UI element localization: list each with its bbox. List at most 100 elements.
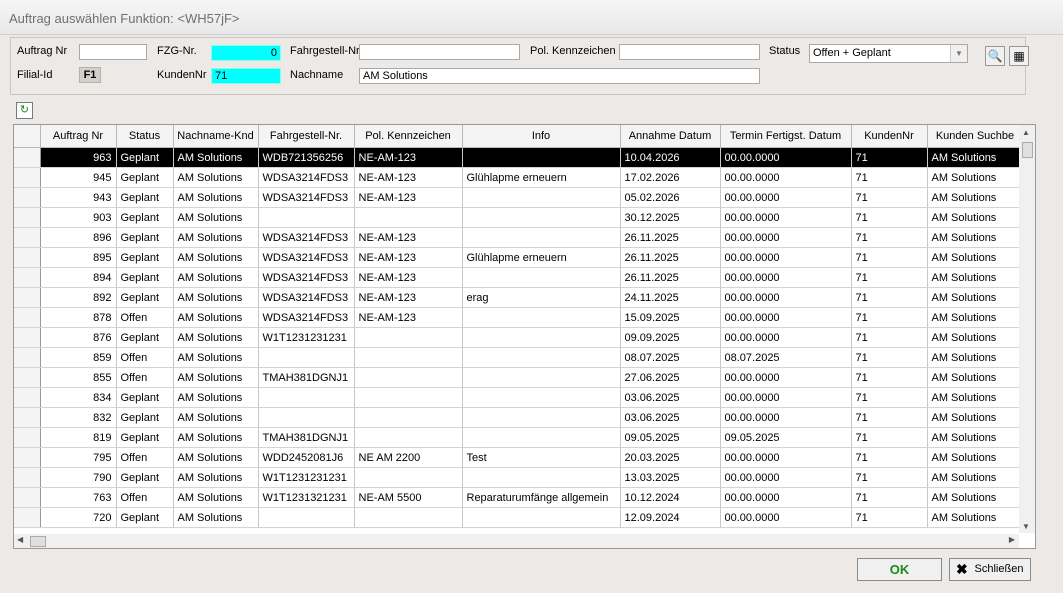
table-cell: NE AM 2200 — [354, 447, 463, 468]
table-row[interactable]: 859 Offen AM Solutions 08.07.2025 08.07.2025… — [14, 347, 1024, 368]
table-cell — [354, 407, 463, 428]
table-cell: WDSA3214FDS3 — [258, 287, 355, 308]
row-indicator[interactable] — [14, 347, 41, 368]
table-row[interactable]: 878 Offen AM Solutions WDSA3214FDS3 NE-AM-12… — [14, 307, 1024, 328]
status-select[interactable]: Offen + Geplant ▼ — [809, 44, 968, 63]
search-button[interactable]: 🔍 — [985, 46, 1005, 66]
column-header[interactable]: Nachname-Knd — [173, 125, 259, 148]
table-cell: Geplant — [116, 387, 174, 408]
close-button[interactable]: ✖ Schließen — [949, 558, 1031, 581]
column-header[interactable]: Kunden Suchbe — [927, 125, 1024, 148]
row-indicator[interactable] — [14, 307, 41, 328]
chevron-down-icon[interactable]: ▼ — [950, 45, 967, 62]
row-indicator[interactable] — [14, 287, 41, 308]
table-cell: 15.09.2025 — [620, 307, 721, 328]
nachname-input[interactable]: AM Solutions — [359, 68, 760, 84]
column-header[interactable]: Fahrgestell-Nr. — [258, 125, 355, 148]
column-header[interactable]: Info — [462, 125, 621, 148]
scroll-down-icon[interactable]: ▼ — [1022, 522, 1030, 531]
table-row[interactable]: 855 Offen AM Solutions TMAH381DGNJ1 27.06.20… — [14, 367, 1024, 388]
row-indicator[interactable] — [14, 147, 41, 168]
table-row[interactable]: 834 Geplant AM Solutions 03.06.2025 00.00.00… — [14, 387, 1024, 408]
grid-body: 963 Geplant AM Solutions WDB721356256 NE-AM-… — [14, 147, 1024, 528]
column-header[interactable]: Status — [116, 125, 174, 148]
auftrag-nr-input[interactable] — [79, 44, 147, 60]
table-cell — [354, 507, 463, 528]
scroll-left-icon[interactable]: ◀ — [17, 535, 23, 544]
table-row[interactable]: 894 Geplant AM Solutions WDSA3214FDS3 NE-AM-… — [14, 267, 1024, 288]
vertical-scrollbar[interactable]: ▲ ▼ — [1019, 125, 1035, 533]
scroll-thumb[interactable] — [1022, 142, 1033, 158]
table-cell: 08.07.2025 — [720, 347, 852, 368]
table-cell: 71 — [851, 227, 928, 248]
fahrgestell-label: Fahrgestell-Nr. — [290, 45, 363, 57]
table-row[interactable]: 790 Geplant AM Solutions W1T1231231231 13.03… — [14, 467, 1024, 488]
row-indicator[interactable] — [14, 227, 41, 248]
row-indicator[interactable] — [14, 187, 41, 208]
table-cell: 05.02.2026 — [620, 187, 721, 208]
table-cell: W1T1231231231 — [258, 327, 355, 348]
table-cell: 10.04.2026 — [620, 147, 721, 168]
table-row[interactable]: 876 Geplant AM Solutions W1T1231231231 09.09… — [14, 327, 1024, 348]
row-indicator[interactable] — [14, 407, 41, 428]
table-row[interactable]: 895 Geplant AM Solutions WDSA3214FDS3 NE-AM-… — [14, 247, 1024, 268]
row-indicator[interactable] — [14, 467, 41, 488]
horizontal-scrollbar[interactable]: ◀ ▶ — [14, 534, 1019, 548]
row-indicator[interactable] — [14, 247, 41, 268]
table-cell: 894 — [40, 267, 117, 288]
table-cell: AM Solutions — [927, 147, 1024, 168]
scroll-right-icon[interactable]: ▶ — [1009, 535, 1015, 544]
status-select-value: Offen + Geplant — [813, 47, 891, 59]
order-grid[interactable]: Auftrag Nr Status Nachname-Knd Fahrgestell-… — [13, 124, 1036, 549]
column-header[interactable]: Auftrag Nr — [40, 125, 117, 148]
table-row[interactable]: 943 Geplant AM Solutions WDSA3214FDS3 NE-AM-… — [14, 187, 1024, 208]
row-indicator[interactable] — [14, 427, 41, 448]
kunden-nr-input[interactable]: 71 — [211, 68, 281, 84]
row-indicator[interactable] — [14, 507, 41, 528]
table-row[interactable]: 795 Offen AM Solutions WDD2452081J6 NE AM 22… — [14, 447, 1024, 468]
table-row[interactable]: 763 Offen AM Solutions W1T1231321231 NE-AM 5… — [14, 487, 1024, 508]
column-header[interactable]: Annahme Datum — [620, 125, 721, 148]
table-cell: 790 — [40, 467, 117, 488]
table-row[interactable]: 720 Geplant AM Solutions 12.09.2024 00.00.00… — [14, 507, 1024, 528]
row-indicator[interactable] — [14, 387, 41, 408]
table-cell: AM Solutions — [173, 467, 259, 488]
column-header[interactable]: KundenNr — [851, 125, 928, 148]
scroll-up-icon[interactable]: ▲ — [1022, 128, 1030, 137]
row-indicator[interactable] — [14, 447, 41, 468]
table-cell: 71 — [851, 507, 928, 528]
row-indicator[interactable] — [14, 167, 41, 188]
row-indicator[interactable] — [14, 267, 41, 288]
table-cell: NE-AM-123 — [354, 307, 463, 328]
table-cell: 832 — [40, 407, 117, 428]
column-header[interactable]: Termin Fertigst. Datum — [720, 125, 852, 148]
table-row[interactable]: 819 Geplant AM Solutions TMAH381DGNJ1 09.05.… — [14, 427, 1024, 448]
ok-button[interactable]: OK — [857, 558, 942, 581]
fahrgestell-input[interactable] — [359, 44, 520, 60]
kennzeichen-input[interactable] — [619, 44, 760, 60]
table-cell: Geplant — [116, 407, 174, 428]
table-cell: 30.12.2025 — [620, 207, 721, 228]
column-header[interactable]: Pol. Kennzeichen — [354, 125, 463, 148]
row-indicator[interactable] — [14, 327, 41, 348]
table-row[interactable]: 945 Geplant AM Solutions WDSA3214FDS3 NE-AM-… — [14, 167, 1024, 188]
table-row[interactable]: 832 Geplant AM Solutions 03.06.2025 00.00.00… — [14, 407, 1024, 428]
table-cell: NE-AM-123 — [354, 267, 463, 288]
table-row[interactable]: 903 Geplant AM Solutions 30.12.2025 00.00.00… — [14, 207, 1024, 228]
table-cell — [354, 347, 463, 368]
refresh-button[interactable]: ↻ — [16, 102, 33, 119]
hscroll-thumb[interactable] — [30, 536, 46, 547]
table-cell — [462, 207, 621, 228]
table-cell: AM Solutions — [173, 307, 259, 328]
table-cell: AM Solutions — [173, 267, 259, 288]
row-indicator[interactable] — [14, 207, 41, 228]
table-cell: 855 — [40, 367, 117, 388]
table-cell: 834 — [40, 387, 117, 408]
row-indicator[interactable] — [14, 487, 41, 508]
calculator-button[interactable]: ▦ — [1009, 46, 1029, 66]
table-row[interactable]: 963 Geplant AM Solutions WDB721356256 NE-AM-… — [14, 147, 1024, 168]
fzg-nr-input[interactable]: 0 — [211, 45, 281, 61]
table-row[interactable]: 896 Geplant AM Solutions WDSA3214FDS3 NE-AM-… — [14, 227, 1024, 248]
table-row[interactable]: 892 Geplant AM Solutions WDSA3214FDS3 NE-AM-… — [14, 287, 1024, 308]
row-indicator[interactable] — [14, 367, 41, 388]
